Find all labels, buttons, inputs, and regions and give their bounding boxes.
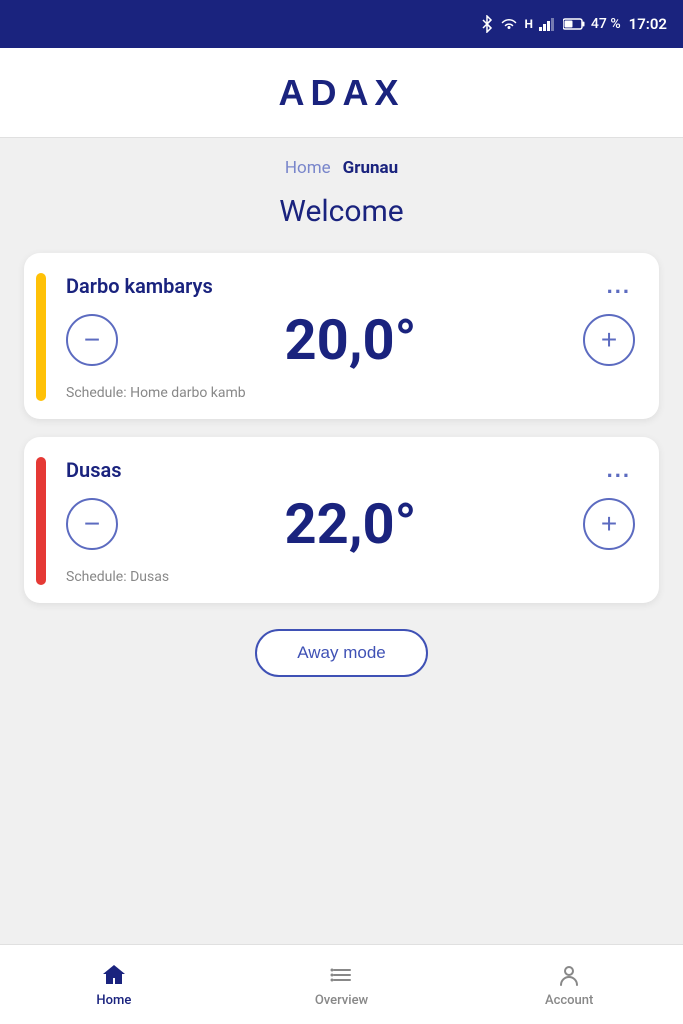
nav-label-account: Account bbox=[545, 993, 593, 1008]
h-indicator: H bbox=[524, 17, 532, 31]
device-card-dusas: Dusas ... − 22,0° + Schedule: Dusas bbox=[24, 437, 659, 603]
battery-percent: 47 % bbox=[591, 16, 621, 32]
device-card-darbo: Darbo kambarys ... − 20,0° + Schedule: H… bbox=[24, 253, 659, 419]
bluetooth-icon bbox=[480, 15, 494, 33]
nav-label-overview: Overview bbox=[315, 993, 368, 1008]
card-body-darbo: Darbo kambarys ... − 20,0° + Schedule: H… bbox=[66, 273, 635, 401]
card-header-darbo: Darbo kambarys ... bbox=[66, 273, 635, 299]
wifi-icon bbox=[500, 17, 518, 31]
decrease-temp-dusas[interactable]: − bbox=[66, 498, 118, 550]
temperature-row-darbo: − 20,0° + bbox=[66, 307, 635, 373]
device-name-darbo: Darbo kambarys bbox=[66, 274, 213, 298]
breadcrumb-current[interactable]: Grunau bbox=[343, 158, 398, 178]
breadcrumb: Home Grunau bbox=[285, 158, 398, 178]
card-indicator-dusas bbox=[36, 457, 46, 585]
welcome-title: Welcome bbox=[279, 194, 403, 229]
status-icons: H 47 % 17:02 bbox=[480, 15, 667, 33]
nav-item-overview[interactable]: Overview bbox=[228, 961, 456, 1008]
more-button-dusas[interactable]: ... bbox=[603, 457, 635, 483]
card-indicator-darbo bbox=[36, 273, 46, 401]
overview-icon bbox=[328, 961, 356, 989]
status-bar: H 47 % 17:02 bbox=[0, 0, 683, 48]
away-mode-button[interactable]: Away mode bbox=[255, 629, 428, 677]
app-logo: ADAX bbox=[278, 72, 404, 114]
app-header: ADAX bbox=[0, 48, 683, 138]
temperature-dusas: 22,0° bbox=[285, 491, 417, 557]
card-header-dusas: Dusas ... bbox=[66, 457, 635, 483]
schedule-dusas: Schedule: Dusas bbox=[66, 569, 635, 585]
nav-label-home: Home bbox=[96, 993, 131, 1008]
breadcrumb-home[interactable]: Home bbox=[285, 158, 331, 178]
account-icon bbox=[555, 961, 583, 989]
decrease-temp-darbo[interactable]: − bbox=[66, 314, 118, 366]
nav-item-home[interactable]: Home bbox=[0, 961, 228, 1008]
device-name-dusas: Dusas bbox=[66, 458, 122, 482]
home-icon bbox=[100, 961, 128, 989]
nav-item-account[interactable]: Account bbox=[455, 961, 683, 1008]
increase-temp-dusas[interactable]: + bbox=[583, 498, 635, 550]
battery-icon bbox=[563, 18, 585, 30]
temperature-darbo: 20,0° bbox=[285, 307, 417, 373]
more-button-darbo[interactable]: ... bbox=[603, 273, 635, 299]
main-content: Home Grunau Welcome Darbo kambarys ... −… bbox=[0, 138, 683, 944]
time-display: 17:02 bbox=[629, 15, 667, 33]
bottom-nav: Home Overview Account bbox=[0, 944, 683, 1024]
schedule-darbo: Schedule: Home darbo kamb bbox=[66, 385, 635, 401]
temperature-row-dusas: − 22,0° + bbox=[66, 491, 635, 557]
card-body-dusas: Dusas ... − 22,0° + Schedule: Dusas bbox=[66, 457, 635, 585]
increase-temp-darbo[interactable]: + bbox=[583, 314, 635, 366]
signal-icon bbox=[539, 17, 557, 31]
